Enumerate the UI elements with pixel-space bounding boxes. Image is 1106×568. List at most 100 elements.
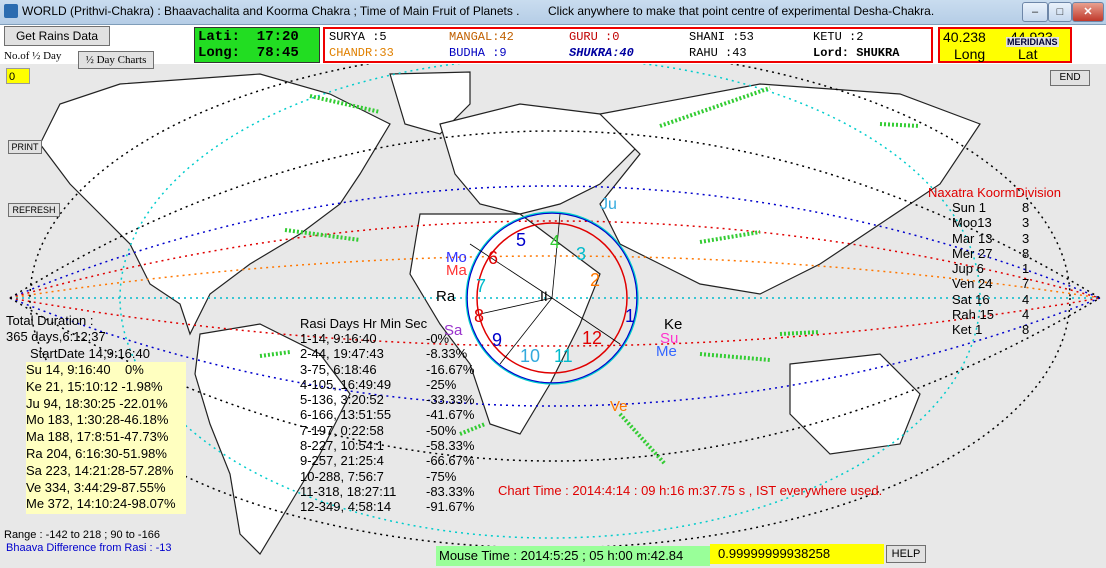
rasi-row: 6-166, 13:51:55 -41.67% [300, 407, 474, 423]
rasi-days: 11-318, 18:27:11 [300, 483, 397, 499]
planet-me: Me [656, 343, 677, 360]
rasi-row: 3-75, 6:18:46 -16.67% [300, 362, 474, 377]
rasi-days: 4-105, 16:49:49 [300, 376, 392, 392]
naxatra-division: 4 [1022, 307, 1030, 323]
window-hint: Click anywhere to make that point centre… [548, 4, 935, 18]
naxatra-row: Rah 15 4 [928, 307, 1061, 322]
location-box: Lati: 17:20 Long: 78:45 [194, 27, 320, 63]
planet-ra: Ra [436, 288, 456, 305]
planet-ketu: KETU :2 [813, 30, 864, 44]
naxatra-division: 1 [1022, 261, 1030, 277]
naxatra-division: 7 [1022, 276, 1030, 292]
house-5: 5 [516, 230, 527, 250]
close-button[interactable]: ✕ [1072, 2, 1104, 22]
naxatra-row: Ven 24 7 [928, 276, 1061, 291]
total-duration-label: Total Duration : [6, 313, 94, 328]
naxatra-planet: Sat 16 [952, 291, 990, 307]
house-10: 10 [520, 346, 541, 366]
naxatra-division: 8 [1022, 200, 1030, 215]
total-duration-value: 365 days,6:12:37 [6, 329, 106, 344]
rasi-percent: -0% [426, 331, 450, 346]
rasi-days: 6-166, 13:51:55 [300, 407, 392, 423]
rasi-row: 8-227, 10:54:1 -58.33% [300, 438, 474, 454]
planet-surya: SURYA :5 [329, 30, 387, 44]
planet-ju: Ju [600, 196, 617, 213]
planet-guru: GURU :0 [569, 30, 620, 44]
house-2: 2 [590, 270, 601, 290]
planet-ma: Ma [446, 262, 467, 279]
mouse-value: 0.99999999938258 [710, 544, 884, 564]
rasi-row: 4-105, 16:49:49 -25% [300, 376, 456, 392]
minimize-button[interactable]: – [1022, 2, 1048, 22]
rasi-percent: -41.67% [426, 407, 475, 423]
rasi-days: 12-349, 4:58:14 [300, 499, 392, 515]
naxatra-panel: Naxatra KoormDivision Sun 1 8 Moo13 3 Mar 13… [928, 185, 1061, 338]
rasi-row: 10-288, 7:56:7 -75% [300, 468, 456, 484]
dasa-row: Me 372, 14:10:24-98.07% [26, 496, 176, 512]
rasi-row: 9-257, 21:25:4 -66.67% [300, 453, 474, 469]
naxatra-row: Sun 1 8 [928, 200, 1061, 215]
planet-rahu: RAHU :43 [689, 46, 747, 60]
lat-label: Lat [1018, 46, 1038, 62]
rasi-row: 11-318, 18:27:11 -83.33% [300, 483, 474, 499]
rasi-days: 9-257, 21:25:4 [300, 453, 384, 469]
naxatra-planet: Rah 15 [952, 307, 994, 323]
house-1: 1 [625, 306, 636, 326]
house-9: 9 [492, 330, 503, 350]
planet-mangal: MANGAL:42 [449, 30, 514, 44]
rasi-percent: -33.33% [426, 392, 475, 408]
start-date: StartDate 14,9:16:40 [30, 346, 150, 361]
half-day-input[interactable]: 0 [6, 68, 30, 84]
naxatra-division: 8 [1022, 322, 1030, 338]
range-text: Range : -142 to 218 ; 90 to -166 [4, 529, 160, 541]
dasa-list: Su 14, 9:16:40 0% Ke 21, 15:10:12 -1.98%… [26, 362, 186, 514]
rasi-days: 10-288, 7:56:7 [300, 468, 384, 484]
naxatra-division: 3 [1022, 215, 1030, 231]
planet-shukra: SHUKRA:40 [569, 46, 634, 60]
dasa-row: Sa 223, 14:21:28-57.28% [26, 462, 174, 478]
half-day-label: No.of ½ Day [4, 50, 62, 62]
latitude-value: Lati: 17:20 [198, 29, 299, 45]
rasi-percent: -83.33% [426, 483, 475, 499]
rasi-days: 2-44, 19:47:43 [300, 346, 384, 362]
naxatra-planet: Sun 1 [952, 200, 986, 215]
print-button[interactable]: PRINT [8, 140, 42, 154]
planet-chandr: CHANDR:33 [329, 46, 394, 60]
half-day-charts-button[interactable]: ½ Day Charts [78, 51, 154, 69]
help-button[interactable]: HELP [886, 545, 926, 563]
dasa-row: Ma 188, 17:8:51-47.73% [26, 429, 169, 445]
naxatra-planet: Mar 13 [952, 230, 993, 246]
dasa-row: Ra 204, 6:16:30-51.98% [26, 445, 167, 461]
maximize-button[interactable]: □ [1048, 2, 1072, 22]
coords-box: 40.238 44.923 Long Lat MERIDIANS [938, 27, 1072, 63]
rasi-days: 1-14, 9:16:40 [300, 331, 377, 346]
end-button[interactable]: END [1050, 70, 1090, 86]
naxatra-row: Ket 1 8 [928, 322, 1061, 337]
app-icon [4, 4, 18, 18]
naxatra-planet: Ket 1 [952, 322, 983, 338]
rasi-days: 5-136, 3:20:52 [300, 392, 384, 408]
refresh-button[interactable]: REFRESH [8, 203, 60, 217]
meridians-button[interactable]: MERIDIANS [1006, 37, 1059, 47]
get-rains-data-button[interactable]: Get Rains Data [4, 26, 110, 46]
naxatra-division: 4 [1022, 291, 1030, 307]
rasi-days: 7-197, 0:22:58 [300, 422, 384, 438]
naxatra-planet: Moo13 [952, 215, 992, 231]
chakra-center: II [540, 288, 548, 304]
longitude-value: Long: 78:45 [198, 45, 299, 61]
naxatra-planet: Ven 24 [952, 276, 993, 292]
rasi-percent: -16.67% [426, 361, 475, 377]
naxatra-row: Jup 6 1 [928, 261, 1061, 276]
rasi-header: Rasi Days Hr Min Sec [300, 316, 428, 331]
dasa-row: Mo 183, 1:30:28-46.18% [26, 412, 169, 428]
planet-degrees-box: SURYA :5 MANGAL:42 GURU :0 SHANI :53 KET… [323, 27, 933, 63]
dasa-row: Ve 334, 3:44:29-87.55% [26, 479, 166, 495]
planet-ve: Ve [610, 398, 628, 415]
planet-shani: SHANI :53 [689, 30, 754, 44]
rasi-days: 8-227, 10:54:1 [300, 438, 384, 454]
rasi-percent: -8.33% [426, 346, 468, 362]
rasi-percent: -66.67% [426, 453, 475, 469]
mouse-time: Mouse Time : 2014:5:25 ; 05 h:00 m:42.84 [436, 546, 710, 566]
rasi-table: Rasi Days Hr Min Sec 1-14, 9:16:40 -0% 2-4… [300, 316, 474, 515]
house-7: 7 [476, 276, 487, 296]
